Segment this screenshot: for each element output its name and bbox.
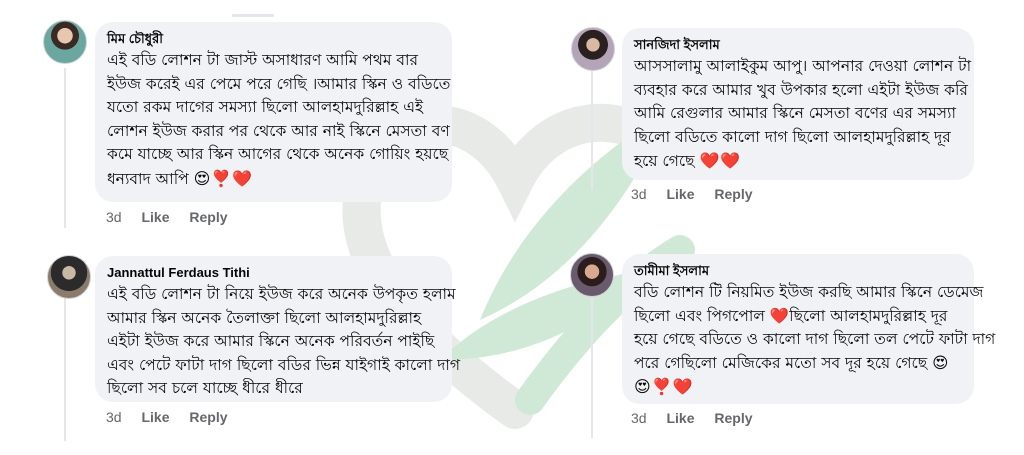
- thread-line: [64, 296, 66, 441]
- comment-text-line: হয়ে গেছে ❤️❤️: [634, 149, 962, 174]
- comment-text-line: ছিলো এবং পিগপোল ❤️ছিলো আলহামদুরিল্লাহ দূ…: [634, 306, 948, 325]
- comment-text-line: বডি লোশন টি নিয়মিত ইউজ করছি আমার স্কিনে…: [634, 283, 984, 301]
- reaction-emojis: ❤️❤️: [699, 151, 742, 170]
- comment-text: হয়ে গেছে: [634, 152, 695, 170]
- reply-button[interactable]: Reply: [714, 186, 752, 202]
- comment-author[interactable]: সানজিদা ইসলাম: [634, 36, 962, 53]
- reply-button[interactable]: Reply: [714, 410, 752, 426]
- comment-text-line: ব্যবহার করে আমার খুব উপকার হলো এইটা ইউজ …: [634, 80, 968, 99]
- comment-bubble: Jannattul Ferdaus Tithi এই বডি লোশন টা ন…: [95, 256, 461, 402]
- comment-author[interactable]: Jannattul Ferdaus Tithi: [107, 264, 440, 281]
- comment-text-line: ধন্যবাদ আপি 😍❣️❤️: [107, 167, 440, 192]
- comment-bubble: তামীমা ইসলাম বডি লোশন টি নিয়মিত ইউজ করছ…: [622, 254, 996, 404]
- comment-bubble: মিম চৌধুরী এই বডি লোশন টা জাস্ট অসাধারণ …: [95, 22, 452, 202]
- comment-text-line: যতো রকম দাগের সমস্যা ছিলো আলহামদুরিল্লাহ…: [107, 98, 424, 116]
- like-button[interactable]: Like: [141, 209, 169, 225]
- comment-text-line: পরে গেছিলো মেজিকের মতো সব দূর হয়ে গেছে …: [634, 353, 949, 372]
- comment-actions: 3d Like Reply: [106, 409, 244, 425]
- avatar[interactable]: [43, 20, 87, 64]
- comment-author[interactable]: তামীমা ইসলাম: [634, 262, 962, 279]
- comment-text-line: এই বডি লোশন টা নিয়ে ইউজ করে অনেক উপকৃত …: [107, 285, 456, 303]
- comment-actions: 3d Like Reply: [631, 410, 769, 426]
- comment-time[interactable]: 3d: [631, 410, 647, 426]
- comment-text-line: আমার স্কিন অনেক তৈলাক্তা ছিলো আলহামদুরিল…: [107, 308, 422, 327]
- comment-text-line: ইউজ করেই এর পেমে পরে গেছি ।আমার স্কিন ও …: [107, 74, 451, 93]
- like-button[interactable]: Like: [141, 409, 169, 425]
- thread-line: [591, 298, 593, 438]
- comment-time[interactable]: 3d: [106, 409, 122, 425]
- avatar[interactable]: [570, 253, 614, 297]
- comment-text-line: এই বডি লোশন টা জাস্ট অসাধারণ আমি পথম বার: [107, 51, 419, 69]
- reaction-emojis: 😍❣️❤️: [634, 377, 694, 396]
- comment-text-line: আসসালামু আলাইকুম আপু। আপনার দেওয়া লোশন …: [634, 57, 972, 75]
- comment-text-line: কমে যাচ্ছে আর স্কিন আগের থেকে অনেক গোয়ি…: [107, 145, 449, 163]
- comment-time[interactable]: 3d: [631, 186, 647, 202]
- reaction-emojis: 😍❣️❤️: [193, 168, 254, 188]
- comment-text-line: 😍❣️❤️: [634, 375, 962, 400]
- comment-actions: 3d Like Reply: [631, 186, 769, 202]
- comment-author[interactable]: মিম চৌধুরী: [107, 30, 440, 47]
- reply-button[interactable]: Reply: [189, 209, 227, 225]
- comment-text-line: লোশন ইউজ করার পর থেকে আর নাই স্কিনে মেসত…: [107, 121, 450, 140]
- divider: [232, 14, 274, 17]
- thread-line: [64, 68, 66, 228]
- like-button[interactable]: Like: [666, 186, 694, 202]
- comment-actions: 3d Like Reply: [106, 209, 244, 225]
- comment-bubble: সানজিদা ইসলাম আসসালামু আলাইকুম আপু। আপনা…: [622, 28, 974, 180]
- avatar[interactable]: [571, 27, 615, 71]
- comment-text-line: এবং পেটে ফাটা দাগ ছিলো বডির ভিন্ন যাইগাই…: [107, 355, 461, 374]
- comment-text-line: হয়ে গেছে বডিতে ও কালো দাগ ছিলো তল পেটে …: [634, 330, 996, 348]
- comment-time[interactable]: 3d: [106, 209, 122, 225]
- avatar[interactable]: [47, 255, 91, 299]
- comment-text-line: ছিলো সব চলে যাচ্ছে ধীরে ধীরে: [107, 379, 303, 397]
- thread-line: [591, 70, 593, 190]
- comment-text-line: এইটা ইউজ করে আমার স্কিনে অনেক পরিবর্তন প…: [107, 332, 435, 350]
- comment-text-line: আমি রেগুলার আমার স্কিনে মেসতা বণের এর সম…: [634, 104, 956, 122]
- reply-button[interactable]: Reply: [189, 409, 227, 425]
- like-button[interactable]: Like: [666, 410, 694, 426]
- comment-text: ধন্যবাদ আপি: [107, 169, 189, 188]
- comment-text-line: ছিলো বডিতে কালো দাগ ছিলো আলহামদুরিল্লাহ …: [634, 127, 951, 146]
